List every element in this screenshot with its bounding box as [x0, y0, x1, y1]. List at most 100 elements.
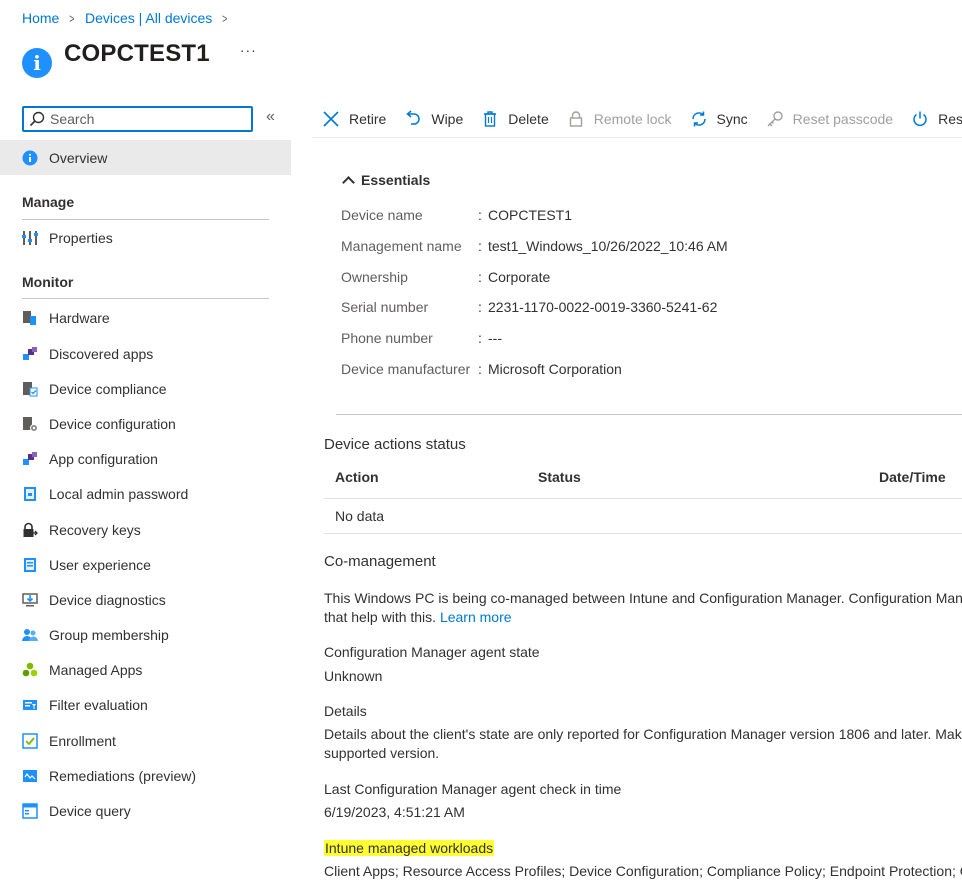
divider — [336, 414, 962, 415]
managed-apps-icon — [22, 662, 38, 676]
field-label: Ownership — [341, 269, 408, 285]
agent-state-value: Unknown — [324, 668, 383, 684]
agent-state-label: Configuration Manager agent state — [324, 644, 540, 660]
serial-number-value: 2231-1170-0022-0019-3360-5241-62 — [488, 299, 718, 315]
wipe-label: Wipe — [431, 110, 464, 127]
field-label: Phone number — [341, 330, 433, 346]
diagnostics-icon — [22, 592, 38, 606]
sidebar-item-hardware[interactable]: Hardware — [0, 300, 291, 335]
power-icon — [913, 111, 927, 126]
table-divider — [324, 498, 962, 499]
restart-button[interactable]: Restart — [911, 110, 962, 128]
essentials-title: Essentials — [361, 172, 431, 188]
section-monitor: Monitor — [22, 274, 74, 290]
properties-icon — [22, 230, 38, 245]
essentials-toggle[interactable]: Essentials — [341, 172, 431, 189]
sidebar-item-overview[interactable]: Overview — [0, 140, 291, 175]
sync-button[interactable]: Sync — [690, 110, 748, 128]
column-header-datetime[interactable]: Date/Time — [879, 469, 946, 485]
workloads-value: Client Apps; Resource Access Profiles; D… — [324, 863, 962, 879]
column-header-status[interactable]: Status — [538, 469, 581, 485]
search-input[interactable] — [50, 111, 250, 127]
device-name-value: COPCTEST1 — [488, 207, 573, 223]
enrollment-icon — [22, 732, 38, 749]
workloads-label-row: Intune managed workloads — [324, 839, 495, 858]
info-icon: i — [22, 48, 52, 78]
key-icon — [767, 110, 783, 126]
sidebar-item-device-compliance[interactable]: Device compliance — [0, 371, 291, 406]
sidebar-item-label: Hardware — [49, 309, 110, 326]
app-configuration-icon — [23, 451, 37, 465]
sidebar-item-managed-apps[interactable]: Managed Apps — [0, 652, 291, 687]
compliance-icon — [23, 381, 38, 396]
divider — [22, 298, 269, 299]
trash-icon — [484, 110, 497, 127]
remediations-icon — [23, 769, 37, 782]
sidebar-item-recovery-keys[interactable]: Recovery keys — [0, 512, 291, 547]
sidebar-item-remediations[interactable]: Remediations (preview) — [0, 758, 291, 793]
chevron-up-icon — [342, 176, 355, 189]
user-experience-icon — [24, 557, 36, 572]
sidebar-item-label: Device query — [49, 802, 131, 819]
sidebar-item-label: Overview — [49, 149, 108, 166]
essentials-row: Phone number: --- — [341, 330, 502, 346]
details-text: Details about the client's state are onl… — [324, 725, 962, 763]
sidebar-item-label: Device configuration — [49, 415, 176, 432]
breadcrumb-separator: > — [222, 10, 228, 26]
sidebar-item-label: User experience — [49, 556, 151, 573]
sidebar-item-label: App configuration — [49, 450, 158, 467]
sidebar-item-properties[interactable]: Properties — [0, 220, 291, 255]
retire-button[interactable]: Retire — [322, 110, 386, 128]
collapse-sidebar-button[interactable]: « — [266, 108, 275, 126]
filter-icon — [23, 699, 37, 710]
reset-passcode-label: Reset passcode — [792, 110, 894, 127]
reset-passcode-button[interactable]: Reset passcode — [766, 110, 893, 128]
sidebar-item-label: Local admin password — [49, 485, 189, 502]
sidebar-item-enrollment[interactable]: Enrollment — [0, 723, 291, 758]
remote-lock-button[interactable]: Remote lock — [567, 110, 672, 128]
wipe-button[interactable]: Wipe — [404, 109, 464, 128]
sidebar-item-label: Enrollment — [49, 732, 116, 749]
more-options-button[interactable]: ··· — [240, 42, 257, 58]
delete-button[interactable]: Delete — [481, 110, 549, 128]
breadcrumb-home-link[interactable]: Home — [22, 10, 59, 26]
sidebar-item-group-membership[interactable]: Group membership — [0, 617, 291, 652]
column-header-action[interactable]: Action — [335, 469, 379, 485]
details-line: Details about the client's state are onl… — [324, 726, 962, 742]
sidebar-item-label: Filter evaluation — [49, 696, 148, 713]
restart-label: Restart — [938, 110, 962, 127]
info-icon — [22, 150, 38, 165]
apps-icon — [23, 346, 37, 360]
sidebar-item-app-configuration[interactable]: App configuration — [0, 441, 291, 476]
password-book-icon — [24, 486, 36, 501]
table-empty-message: No data — [335, 508, 385, 524]
sidebar-item-discovered-apps[interactable]: Discovered apps — [0, 336, 291, 371]
sidebar-item-user-experience[interactable]: User experience — [0, 547, 291, 582]
close-icon — [323, 110, 339, 127]
sidebar-item-filter-evaluation[interactable]: Filter evaluation — [0, 687, 291, 722]
breadcrumb-devices-link[interactable]: Devices | All devices — [85, 10, 212, 26]
group-icon — [22, 628, 38, 641]
table-divider — [324, 533, 962, 534]
ownership-value: Corporate — [488, 269, 551, 285]
learn-more-link[interactable]: Learn more — [440, 609, 512, 625]
sidebar-item-label: Remediations (preview) — [49, 767, 197, 784]
essentials-row: Serial number: 2231-1170-0022-0019-3360-… — [341, 299, 718, 315]
configuration-icon — [23, 416, 38, 432]
details-line: supported version. — [324, 745, 440, 761]
page-header: i COPCTEST1 ··· — [22, 38, 257, 78]
sidebar-item-label: Device compliance — [49, 380, 167, 397]
sidebar-item-label: Group membership — [49, 626, 169, 643]
sidebar-item-device-configuration[interactable]: Device configuration — [0, 406, 291, 441]
breadcrumb-separator: > — [69, 10, 75, 26]
sidebar-item-device-query[interactable]: Device query — [0, 793, 291, 828]
essentials-row: Device name: COPCTEST1 — [341, 207, 573, 223]
sidebar-item-label: Device diagnostics — [49, 591, 166, 608]
checkin-value: 6/19/2023, 4:51:21 AM — [324, 804, 465, 820]
essentials-row: Device manufacturer: Microsoft Corporati… — [341, 361, 622, 377]
sidebar-item-device-diagnostics[interactable]: Device diagnostics — [0, 582, 291, 617]
breadcrumb: Home > Devices | All devices > — [22, 9, 238, 27]
search-box[interactable] — [22, 106, 253, 132]
section-manage: Manage — [22, 194, 75, 210]
sidebar-item-local-admin-password[interactable]: Local admin password — [0, 476, 291, 511]
